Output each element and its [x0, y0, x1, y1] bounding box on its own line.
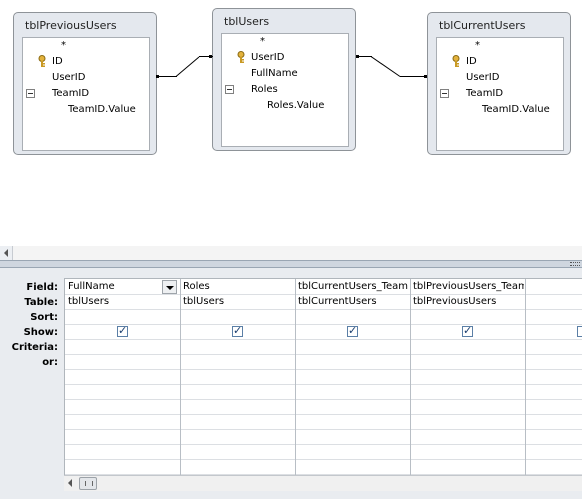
join-line-users-curr-diagonal[interactable]: [371, 56, 401, 78]
field-row-teamid[interactable]: TeamID: [52, 86, 89, 101]
field-list[interactable]: * ID UserID TeamID TeamID.Value: [436, 37, 564, 151]
join-end-dot: [424, 75, 427, 78]
row-label-field: Field:: [26, 282, 58, 293]
scroll-left-arrow-icon[interactable]: [0, 246, 13, 260]
table-cell-1[interactable]: tblUsers: [68, 294, 178, 309]
field-row-id[interactable]: ID: [466, 54, 477, 69]
pane-splitter[interactable]: [0, 260, 582, 268]
grid-line: [65, 384, 582, 385]
row-label-show: Show:: [23, 327, 58, 338]
grid-horizontal-scrollbar[interactable]: [64, 475, 582, 491]
key-icon: [38, 55, 46, 67]
grid-line: [65, 324, 582, 325]
row-label-sort: Sort:: [30, 312, 58, 323]
row-label-table: Table:: [24, 297, 58, 308]
key-icon: [237, 51, 245, 63]
query-design-grid[interactable]: FullName tblUsers Roles tblUsers tblCurr…: [64, 278, 582, 488]
table-cell-2[interactable]: tblUsers: [183, 294, 293, 309]
field-list[interactable]: * ID UserID TeamID TeamID.Value: [22, 37, 150, 151]
field-dropdown-button[interactable]: [162, 280, 177, 294]
sort-cell-3[interactable]: [298, 309, 409, 324]
table-box-users[interactable]: tblUsers * UserID FullName Roles Roles.V…: [212, 8, 356, 151]
design-grid-pane: Field: Table: Sort: Show: Criteria: or: …: [0, 268, 582, 499]
grid-line: [65, 399, 582, 400]
field-row-userid[interactable]: UserID: [251, 50, 284, 65]
field-row-userid[interactable]: UserID: [466, 70, 499, 85]
show-checkbox-2[interactable]: [232, 324, 243, 337]
field-row-teamid[interactable]: TeamID: [466, 86, 503, 101]
field-list[interactable]: * UserID FullName Roles Roles.Value: [221, 33, 349, 147]
field-cell-1[interactable]: FullName: [68, 279, 160, 294]
field-row-roles-value[interactable]: Roles.Value: [267, 98, 324, 113]
field-cell-4[interactable]: tblPreviousUsers_TeamID: [413, 279, 524, 294]
sort-cell-4[interactable]: [413, 309, 524, 324]
join-end-dot: [209, 55, 212, 58]
grid-line: [65, 444, 582, 445]
show-checkbox-1[interactable]: [117, 324, 128, 337]
row-label-criteria: Criteria:: [11, 342, 58, 353]
scroll-thumb[interactable]: [79, 477, 97, 490]
field-row-star[interactable]: *: [61, 38, 66, 53]
join-end-dot: [156, 75, 159, 78]
show-checkbox-3[interactable]: [347, 324, 358, 337]
grip-icon[interactable]: [570, 262, 580, 266]
upper-horizontal-scrollbar[interactable]: [0, 246, 582, 260]
row-label-or: or:: [42, 357, 58, 368]
key-icon: [452, 55, 460, 67]
table-cell-4[interactable]: tblPreviousUsers: [413, 294, 524, 309]
join-line-prev-users-diagonal[interactable]: [176, 56, 200, 78]
grid-line: [65, 369, 582, 370]
grid-line: [65, 429, 582, 430]
table-title[interactable]: tblCurrentUsers: [439, 19, 525, 32]
field-row-id[interactable]: ID: [52, 54, 63, 69]
field-row-teamid-value[interactable]: TeamID.Value: [482, 102, 550, 117]
grid-line: [65, 459, 582, 460]
join-line-prev-users[interactable]: [157, 76, 177, 77]
field-row-star[interactable]: *: [475, 38, 480, 53]
table-cell-3[interactable]: tblCurrentUsers: [298, 294, 409, 309]
column-separator[interactable]: [295, 279, 296, 488]
grid-line: [65, 354, 582, 355]
field-row-fullname[interactable]: FullName: [251, 66, 298, 81]
minus-box-icon[interactable]: [26, 89, 35, 98]
minus-box-icon[interactable]: [225, 85, 234, 94]
field-cell-5[interactable]: [528, 279, 582, 294]
show-checkbox-5[interactable]: [577, 326, 582, 337]
table-box-curr[interactable]: tblCurrentUsers * ID UserID TeamID TeamI…: [427, 12, 571, 155]
scroll-left-arrow-icon[interactable]: [64, 476, 78, 491]
table-title[interactable]: tblUsers: [224, 15, 269, 28]
field-row-teamid-value[interactable]: TeamID.Value: [68, 102, 136, 117]
grid-line: [65, 339, 582, 340]
column-separator[interactable]: [180, 279, 181, 488]
column-separator[interactable]: [525, 279, 526, 488]
sort-cell-1[interactable]: [68, 309, 178, 324]
field-row-roles[interactable]: Roles: [251, 82, 278, 97]
field-row-star[interactable]: *: [260, 34, 265, 49]
grid-line: [65, 414, 582, 415]
relationship-pane: tblPreviousUsers * ID UserID TeamID Team…: [0, 0, 582, 246]
table-box-prev[interactable]: tblPreviousUsers * ID UserID TeamID Team…: [13, 12, 157, 155]
join-end-dot: [356, 55, 359, 58]
field-cell-2[interactable]: Roles: [183, 279, 293, 294]
sort-cell-2[interactable]: [183, 309, 293, 324]
join-line-curr-left[interactable]: [400, 76, 427, 77]
field-cell-3[interactable]: tblCurrentUsers_TeamID: [298, 279, 409, 294]
field-row-userid[interactable]: UserID: [52, 70, 85, 85]
minus-box-icon[interactable]: [440, 89, 449, 98]
show-checkbox-4[interactable]: [462, 324, 473, 337]
table-title[interactable]: tblPreviousUsers: [25, 19, 117, 32]
column-separator[interactable]: [410, 279, 411, 488]
